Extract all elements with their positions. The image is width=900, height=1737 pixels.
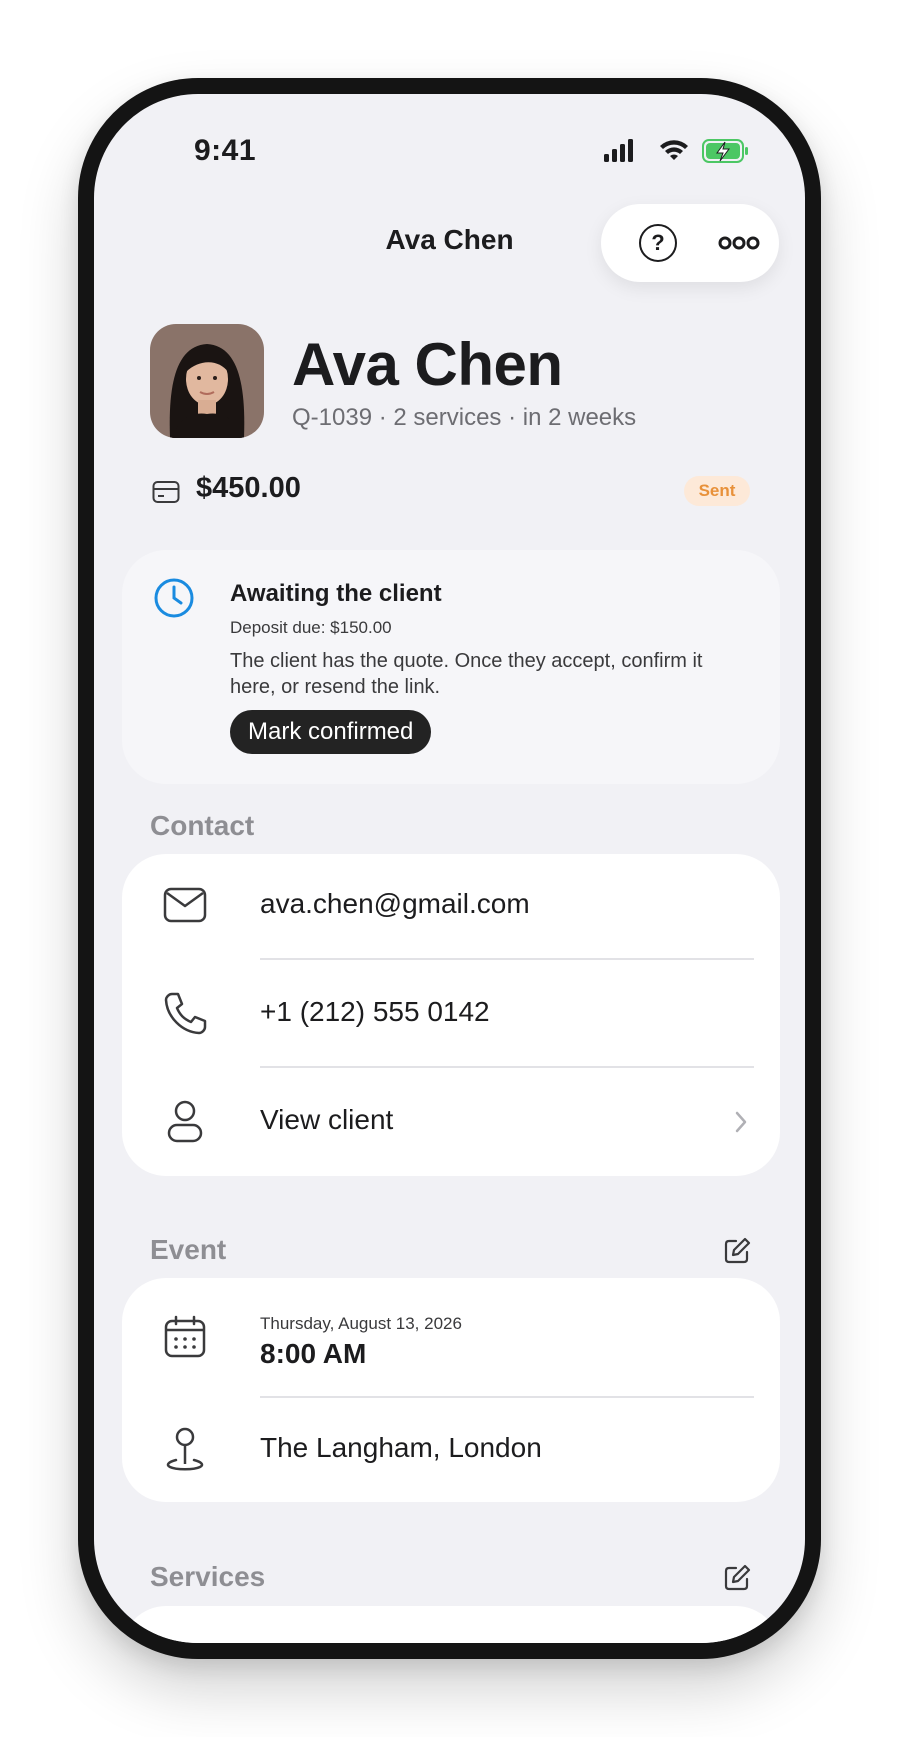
contact-card: ava.chen@gmail.com +1 (212) 555 0142 Vie… xyxy=(122,854,780,1176)
email-row[interactable]: ava.chen@gmail.com xyxy=(122,854,780,958)
view-client-label: View client xyxy=(260,1104,394,1135)
awaiting-title: Awaiting the client xyxy=(230,580,442,607)
phone-row[interactable]: +1 (212) 555 0142 xyxy=(122,960,780,1066)
event-time: 8:00 AM xyxy=(260,1338,367,1369)
view-client-row[interactable]: View client xyxy=(122,1068,780,1176)
quote-summary: Q-1039 · 2 services · in 2 weeks xyxy=(292,404,637,431)
awaiting-description: The client has the quote. Once they acce… xyxy=(230,650,703,698)
help-icon[interactable]: ? xyxy=(639,224,677,262)
phone-value: +1 (212) 555 0142 xyxy=(260,996,490,1027)
signal-icon xyxy=(604,139,633,162)
edit-icon[interactable] xyxy=(722,1563,752,1593)
status-badge: Sent xyxy=(684,476,750,506)
services-card xyxy=(122,1606,780,1643)
chevron-right-icon xyxy=(735,1111,747,1133)
avatar xyxy=(150,324,264,438)
quote-price: $450.00 xyxy=(196,472,301,504)
phone-frame: 9:41 Ava Chen ? Ava Chen Q-1039 · 2 serv… xyxy=(78,78,821,1659)
email-value: ava.chen@gmail.com xyxy=(260,888,530,919)
card-icon xyxy=(152,481,180,503)
client-name: Ava Chen xyxy=(292,331,563,398)
app-screen: 9:41 Ava Chen ? Ava Chen Q-1039 · 2 serv… xyxy=(94,94,805,1643)
event-card: Thursday, August 13, 2026 8:00 AM The La… xyxy=(122,1278,780,1502)
deposit-due: Deposit due: $150.00 xyxy=(230,618,392,637)
edit-icon[interactable] xyxy=(722,1236,752,1266)
services-section-label: Services xyxy=(150,1561,266,1592)
battery-charging-icon xyxy=(702,139,748,163)
mail-icon xyxy=(163,887,207,923)
location-pin-icon xyxy=(166,1427,204,1471)
mark-confirmed-button[interactable]: Mark confirmed xyxy=(230,710,432,754)
event-section-label: Event xyxy=(150,1234,227,1265)
more-icon[interactable] xyxy=(717,226,761,260)
calendar-icon xyxy=(164,1315,206,1358)
status-time: 9:41 xyxy=(194,134,257,167)
wifi-icon xyxy=(660,140,688,160)
event-date: Thursday, August 13, 2026 xyxy=(260,1314,462,1333)
phone-icon xyxy=(164,992,207,1035)
status-icons xyxy=(604,139,748,163)
person-icon xyxy=(167,1100,203,1143)
contact-section-label: Contact xyxy=(150,810,255,841)
event-location-row[interactable]: The Langham, London xyxy=(122,1398,780,1502)
event-location: The Langham, London xyxy=(260,1432,542,1463)
nav-actions: ? xyxy=(601,204,779,282)
clock-icon xyxy=(154,578,194,618)
event-date-row[interactable]: Thursday, August 13, 2026 8:00 AM xyxy=(122,1278,780,1396)
awaiting-client-card: Awaiting the client Deposit due: $150.00… xyxy=(122,550,780,784)
